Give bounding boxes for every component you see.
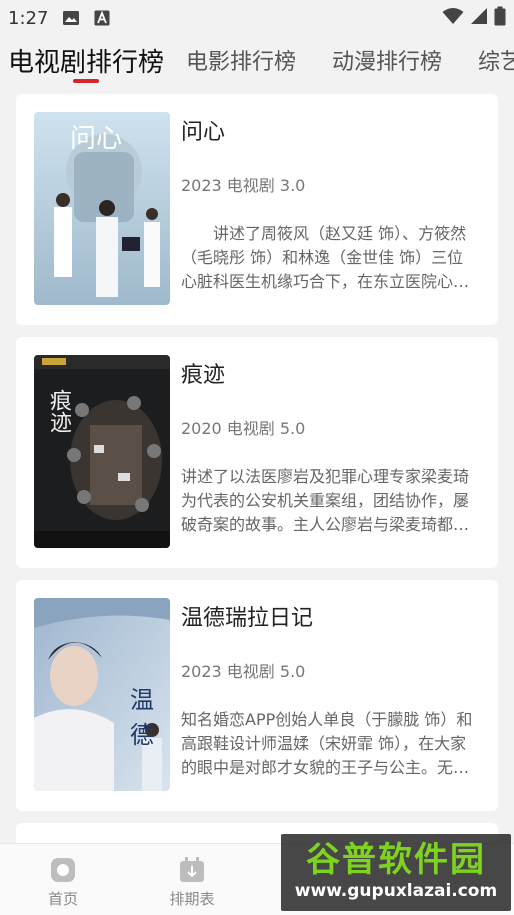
tab-label: 电影排行榜 — [186, 50, 297, 75]
poster-title-text: 问心 — [70, 124, 123, 154]
tab-label: 动漫排行榜 — [332, 50, 443, 75]
item-description: 知名婚恋APP创始人单良（于朦胧 饰）和高跟鞋设计师温媃（宋妍霏 饰），在大家的… — [181, 710, 473, 777]
poster-image: 痕迹 — [34, 355, 170, 548]
item-meta: 2020 电视剧 5.0 — [181, 419, 306, 438]
nav-home-label: 首页 — [47, 890, 78, 908]
watermark-url: www.gupuxlazai.com — [294, 881, 498, 901]
poster-image: 温德 — [34, 598, 170, 791]
calendar-icon — [178, 856, 206, 884]
tab-variety-ranking[interactable]: 综艺 — [478, 38, 514, 76]
nav-home[interactable]: 首页 — [13, 844, 113, 915]
item-meta: 2023 电视剧 5.0 — [181, 662, 306, 681]
ranking-list: 问心 问心 2023 电视剧 3.0 讲述了周筱风（赵又廷 饰）、方筱然（毛晓彤… — [16, 94, 498, 863]
list-item[interactable]: 问心 问心 2023 电视剧 3.0 讲述了周筱风（赵又廷 饰）、方筱然（毛晓彤… — [16, 94, 498, 325]
wifi-icon — [442, 7, 464, 30]
item-description: 讲述了周筱风（赵又廷 饰）、方筱然（毛晓彤 饰）和林逸（金世佳 饰）三位心脏科医… — [181, 224, 470, 291]
status-bar: 1:27 — [0, 0, 514, 36]
item-description: 讲述了以法医廖岩及犯罪心理专家梁麦琦为代表的公安机关重案组，团结协作，屡破奇案的… — [181, 467, 470, 534]
item-title: 温德瑞拉日记 — [181, 606, 314, 631]
status-time: 1:27 — [8, 7, 49, 29]
home-icon — [49, 856, 77, 884]
signal-icon — [470, 7, 488, 30]
tab-movie-ranking[interactable]: 电影排行榜 — [186, 38, 296, 76]
tab-anime-ranking[interactable]: 动漫排行榜 — [332, 38, 442, 76]
nav-schedule[interactable]: 排期表 — [142, 844, 242, 915]
list-item[interactable]: 痕迹 痕迹 2020 电视剧 5.0 讲述了以法医廖岩及犯罪心理专家梁麦琦为代表… — [16, 337, 498, 568]
tab-label: 综艺 — [478, 50, 514, 75]
item-title: 痕迹 — [181, 363, 226, 388]
item-meta: 2023 电视剧 3.0 — [181, 176, 306, 195]
watermark-logo: 谷普软件园 — [306, 840, 486, 880]
nav-schedule-label: 排期表 — [169, 890, 215, 908]
tab-tv-ranking[interactable]: 电视剧排行榜 — [8, 38, 165, 83]
category-tabs: 电视剧排行榜 电影排行榜 动漫排行榜 综艺 — [0, 38, 514, 90]
poster-title-text: 温德 — [130, 686, 154, 749]
tab-label: 电视剧排行榜 — [8, 48, 165, 78]
active-tab-indicator — [73, 79, 99, 83]
poster-title-text: 痕迹 — [46, 389, 71, 433]
watermark: 谷普软件园 www.gupuxlazai.com — [281, 834, 511, 911]
item-title: 问心 — [181, 120, 226, 145]
poster-image: 问心 — [34, 112, 170, 305]
battery-icon — [494, 6, 506, 31]
font-a-icon — [94, 10, 112, 26]
image-icon — [62, 10, 80, 26]
list-item[interactable]: 温德 温德瑞拉日记 2023 电视剧 5.0 知名婚恋APP创始人单良（于朦胧 … — [16, 580, 498, 811]
